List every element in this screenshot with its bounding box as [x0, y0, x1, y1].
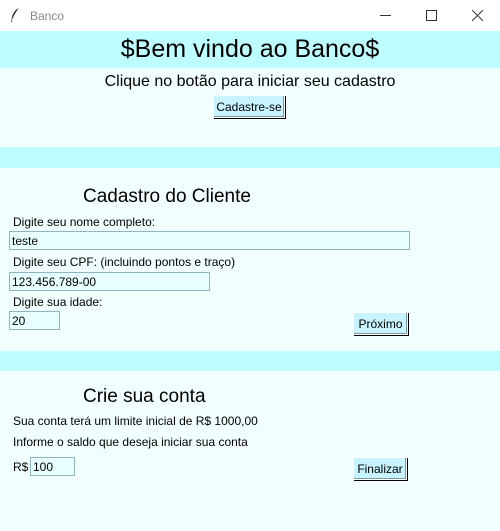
welcome-heading: $Bem vindo ao Banco$: [120, 35, 380, 63]
register-button[interactable]: Cadastre-se: [213, 95, 285, 118]
maximize-icon: [425, 10, 437, 21]
minimize-icon: [379, 15, 391, 16]
maximize-button[interactable]: [408, 0, 454, 31]
client-heading: Cadastro do Cliente: [83, 186, 251, 207]
close-button[interactable]: [454, 0, 500, 31]
age-input[interactable]: [9, 311, 60, 330]
window-titlebar[interactable]: Banco: [0, 0, 500, 32]
balance-input[interactable]: [30, 457, 75, 476]
close-icon: [471, 10, 483, 21]
section-divider: [0, 351, 500, 371]
finish-button[interactable]: Finalizar: [353, 457, 407, 480]
window-title: Banco: [30, 9, 65, 23]
feather-icon: [11, 7, 20, 22]
age-label: Digite sua idade:: [13, 295, 103, 309]
cpf-label: Digite seu CPF: (incluindo pontos e traç…: [13, 255, 236, 269]
welcome-subtitle: Clique no botão para iniciar seu cadastr…: [104, 73, 396, 90]
balance-prompt: Informe o saldo que deseja iniciar sua c…: [13, 435, 248, 449]
next-button[interactable]: Próximo: [353, 312, 408, 335]
minimize-button[interactable]: [362, 0, 408, 31]
account-heading: Crie sua conta: [83, 386, 206, 407]
currency-label: R$: [13, 460, 29, 474]
limit-text: Sua conta terá um limite inicial de R$ 1…: [13, 414, 258, 428]
name-label: Digite seu nome completo:: [13, 215, 156, 229]
section-divider: [0, 147, 500, 168]
name-input[interactable]: [9, 231, 410, 250]
cpf-input[interactable]: [9, 272, 210, 291]
